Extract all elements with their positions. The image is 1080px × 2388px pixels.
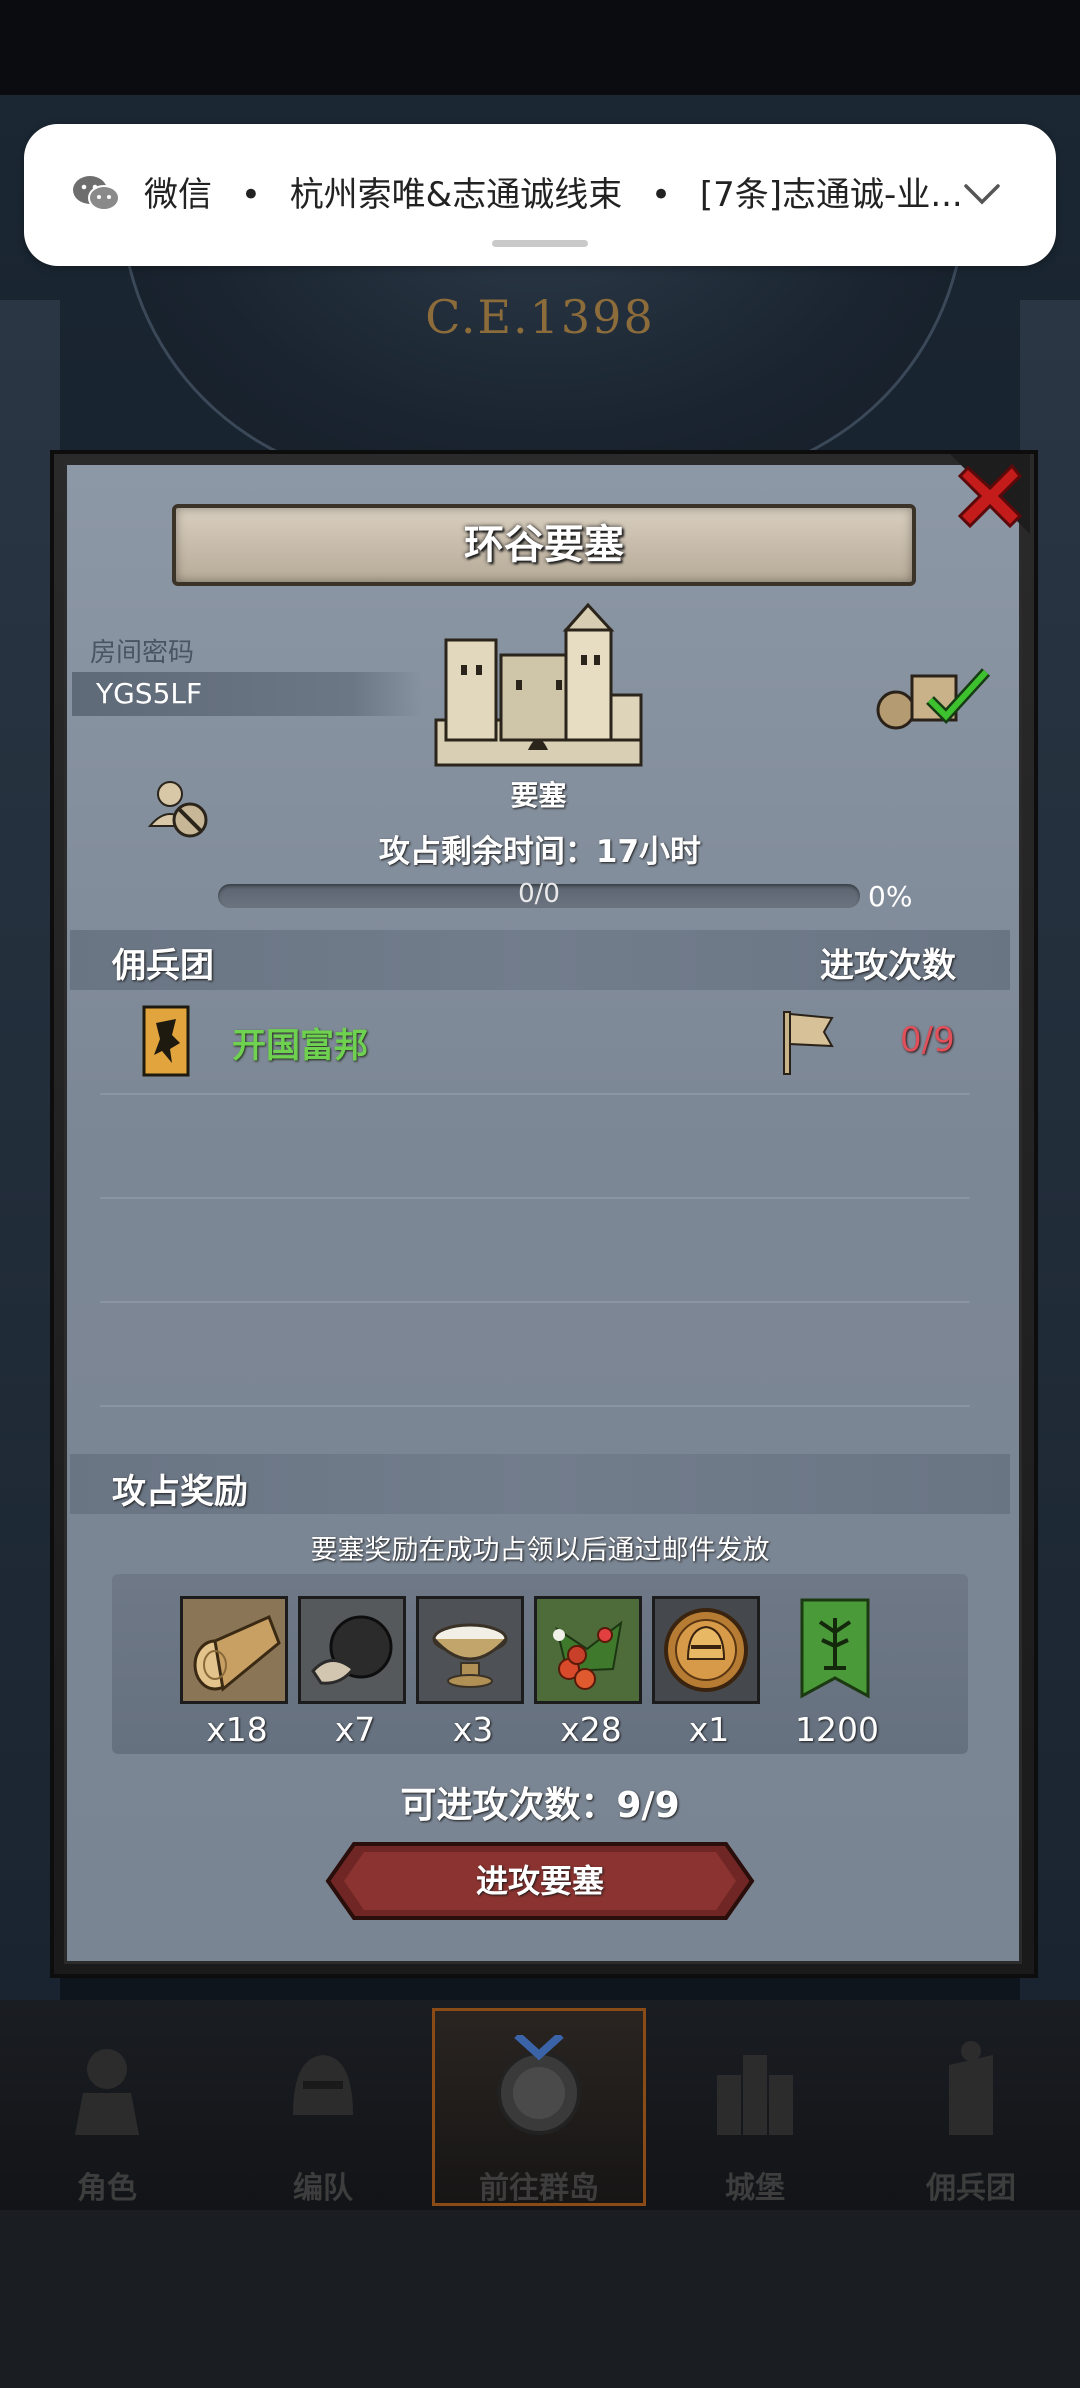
notification-message: [7条]志通诚-业... xyxy=(699,175,963,215)
screen-bottom-area xyxy=(0,2210,1080,2388)
notification-separator: • xyxy=(651,175,672,215)
knight-icon xyxy=(75,2049,139,2135)
compass-icon xyxy=(497,2035,581,2135)
nav-tab-formation[interactable]: 编队 xyxy=(216,2005,430,2206)
progress-text: 0/0 xyxy=(518,879,560,909)
reward-quantity: x18 xyxy=(206,1710,268,1749)
mercenary-row-empty xyxy=(100,1097,970,1199)
reward-quantity: x3 xyxy=(452,1710,494,1749)
dialog-title: 环谷要塞 xyxy=(464,522,624,568)
remaining-attacks: 可进攻次数：9/9 xyxy=(400,1785,680,1826)
notification-sender: 杭州索唯&志通诚线束 xyxy=(289,175,623,215)
wechat-icon xyxy=(73,176,120,211)
castle-icon xyxy=(717,2055,793,2135)
nav-tab-character[interactable]: 角色 xyxy=(0,2005,214,2206)
mercenary-column-header: 佣兵团 xyxy=(112,946,214,986)
berries-icon xyxy=(553,1620,623,1690)
truffle-icon[interactable] xyxy=(298,1596,406,1704)
notification-drag-handle[interactable] xyxy=(492,240,588,247)
era-label: C.E.1398 xyxy=(425,290,655,344)
nav-label: 前往群岛 xyxy=(479,2171,599,2206)
reward-quantity: 1200 xyxy=(795,1710,879,1749)
reward-quantity: x1 xyxy=(688,1710,730,1749)
helmet-coin-icon[interactable] xyxy=(652,1596,760,1704)
chevron-down-icon[interactable] xyxy=(962,178,1002,210)
nav-label: 城堡 xyxy=(725,2171,785,2206)
mercenary-row-empty xyxy=(100,1201,970,1303)
reward-quantity: x7 xyxy=(334,1710,376,1749)
wood-log-icon[interactable] xyxy=(180,1596,288,1704)
attack-fortress-label[interactable]: 进攻要塞 xyxy=(324,1840,756,1922)
wood-log-icon xyxy=(193,1614,281,1692)
nav-tab-islands[interactable]: 前往群岛 xyxy=(432,2005,646,2206)
close-icon[interactable] xyxy=(950,454,1030,534)
salt-bowl-icon[interactable] xyxy=(416,1596,524,1704)
rewards-header: 攻占奖励 xyxy=(112,1472,248,1512)
nav-label: 角色 xyxy=(77,2171,137,2206)
mercenary-row-empty xyxy=(100,1305,970,1407)
nav-tab-mercenary[interactable]: 佣兵团 xyxy=(864,2005,1078,2206)
supplies-ready-icon[interactable] xyxy=(874,662,994,732)
salt-bowl-icon xyxy=(432,1623,508,1688)
truffle-icon xyxy=(311,1615,393,1685)
rewards-note: 要塞奖励在成功占领以后通过邮件发放 xyxy=(310,1535,770,1566)
nav-tab-castle[interactable]: 城堡 xyxy=(648,2005,862,2206)
room-code-value: YGS5LF xyxy=(96,677,203,710)
notification-text: 微信 • 杭州索唯&志通诚线束 • [7条]志通诚-业... xyxy=(144,170,964,220)
mercenary-name[interactable]: 开国富邦 xyxy=(232,1018,368,1067)
helmet-coin-icon xyxy=(664,1608,748,1692)
room-code-label: 房间密码 xyxy=(90,638,195,668)
fortress-icon xyxy=(434,602,643,767)
reward-quantity: x28 xyxy=(560,1710,622,1749)
flag-icon xyxy=(783,1011,834,1075)
berries-icon[interactable] xyxy=(534,1596,642,1704)
mercenary-icon xyxy=(949,2041,993,2135)
no-players-icon[interactable] xyxy=(144,774,214,844)
guild-banner-icon xyxy=(800,1598,870,1699)
guild-banner-icon[interactable] xyxy=(800,1598,870,1700)
progress-percent: 0% xyxy=(868,880,913,913)
nav-label: 佣兵团 xyxy=(926,2171,1016,2206)
mercenary-attack-count: 0/9 xyxy=(900,1020,955,1060)
helmet-icon xyxy=(293,2055,353,2115)
notification-app: 微信 xyxy=(144,175,212,215)
building-type-label: 要塞 xyxy=(510,779,567,812)
nav-label: 编队 xyxy=(293,2171,353,2206)
notification-separator: • xyxy=(240,175,261,215)
time-remaining: 攻占剩余时间：17小时 xyxy=(378,834,702,870)
attacks-column-header: 进攻次数 xyxy=(820,946,956,986)
mercenary-banner-icon xyxy=(142,1005,190,1077)
